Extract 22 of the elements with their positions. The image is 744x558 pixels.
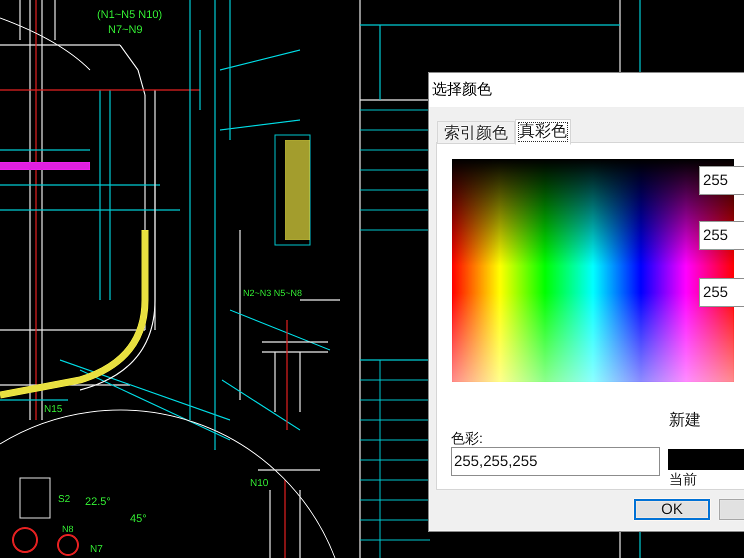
drawing-label: N2~N3 N5~N8 <box>243 288 302 298</box>
color-spectrum[interactable] <box>452 159 734 382</box>
drawing-label: (N1~N5 N10) <box>97 9 162 21</box>
drawing-label: N8 <box>62 524 74 534</box>
ok-button[interactable]: OK <box>634 499 710 520</box>
new-color-label: 新建 <box>669 410 701 431</box>
channel-input[interactable]: 255 <box>699 221 744 250</box>
drawing-label: S2 <box>58 494 70 505</box>
tab[interactable]: 索引颜色 <box>437 121 515 144</box>
channel-input[interactable]: 255 <box>699 166 744 195</box>
channel-input[interactable]: 255 <box>699 278 744 307</box>
drawing-label: N7 <box>90 544 103 555</box>
drawing-label: N7~N9 <box>108 24 143 36</box>
current-color-label: 当前 <box>669 471 697 487</box>
drawing-label: N10 <box>250 478 268 489</box>
window-title: 选择颜色 <box>432 80 492 100</box>
drawing-label: 45° <box>130 513 147 525</box>
tab[interactable]: 真彩色 <box>515 119 571 145</box>
color-input[interactable]: 255,255,255 <box>451 447 660 476</box>
drawing-label: 22.5° <box>85 496 111 508</box>
drawing-label: N15 <box>44 404 62 415</box>
color-label: 色彩: <box>451 430 483 446</box>
